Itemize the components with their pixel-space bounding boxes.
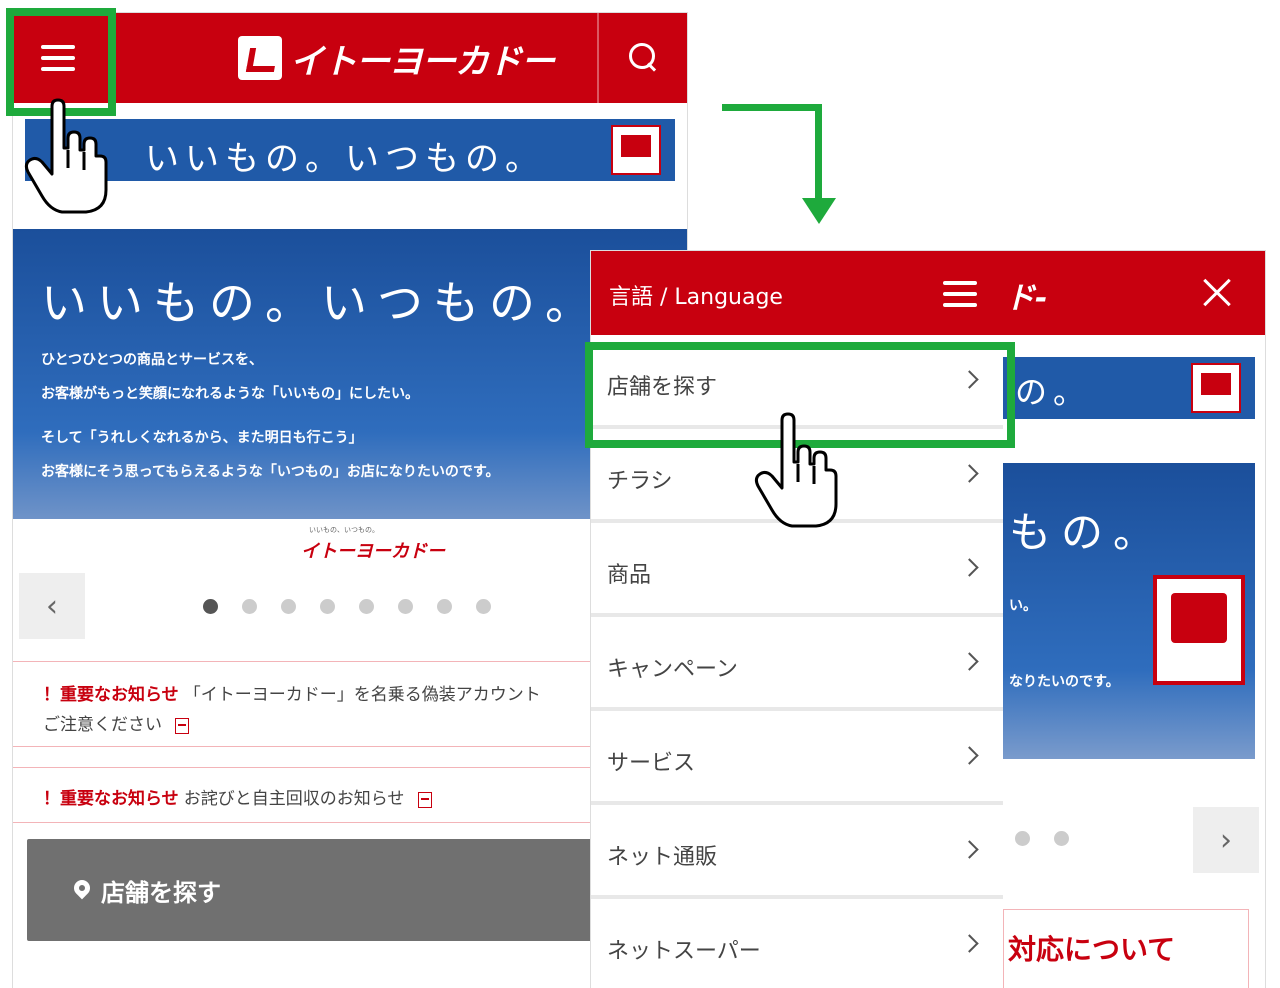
carousel-next-button: › [1193,807,1259,873]
notice-label: ！重要なお知らせ [43,685,179,705]
carousel-dots [203,599,491,614]
search-button[interactable] [599,13,687,103]
hamburger-menu-icon [943,281,977,307]
notice-text: ご注意ください [43,715,162,735]
carousel-dot[interactable] [203,599,218,614]
menu-item-online-shop[interactable]: ネット通販 [591,805,1003,899]
pointer-hand-icon [24,98,108,214]
background-notice: 対応について [1003,909,1249,988]
background-hero-text: なりたいのです。 [1009,674,1120,690]
chevron-right-icon [960,652,979,671]
search-icon [629,43,659,73]
logo-mark-icon [238,36,282,80]
close-icon[interactable] [1197,273,1237,313]
carousel-dot[interactable] [398,599,413,614]
hero-caption: いいもの、いつもの。 [309,526,379,534]
important-notice[interactable]: ！重要なお知らせ 「イトーヨーカドー」を名乗る偽装アカウント ご注意ください [13,661,687,747]
notice-text: お詫びと自主回収のお知らせ [183,789,405,809]
small-banner-text: いいもの。いつもの。 [145,139,545,179]
carousel-dot[interactable] [359,599,374,614]
hero-logo: イトーヨーカドー [301,541,445,562]
arrow-down-icon [802,198,836,224]
background-banner: の。 [1003,357,1255,419]
step-arrow [815,104,822,200]
background-hero-text: い。 [1009,598,1037,614]
menu-item-label: 商品 [607,563,652,588]
store-sign-icon [611,125,661,175]
menu-item-products[interactable]: 商品 [591,523,1003,617]
hero-footer: いいもの、いつもの。 イトーヨーカドー [13,519,687,565]
chevron-right-icon [960,840,979,859]
carousel-dot[interactable] [242,599,257,614]
hero-title: いいもの。いつもの。 [41,276,601,330]
menu-item-label: ネット通販 [607,845,718,870]
important-notice[interactable]: ！重要なお知らせ お詫びと自主回収のお知らせ [13,767,687,823]
hero-line-3: そして「うれしくなれるから、また明日も行こう」 [41,430,363,446]
menu-item-label: サービス [607,751,696,776]
menu-item-label: チラシ [607,469,673,494]
location-pin-icon [73,880,91,902]
logo-text: イトーヨーカドー [290,41,555,82]
carousel-dot[interactable] [437,599,452,614]
pdf-icon [175,717,190,734]
small-banner[interactable]: いいもの。いつもの。 [25,119,675,181]
carousel-dot [1015,831,1030,846]
store-sign-icon [1191,363,1241,413]
carousel-dot [1054,831,1069,846]
hero-line-1: ひとつひとつの商品とサービスを、 [41,352,264,368]
find-store-button[interactable]: 店舗を探す [27,839,687,941]
site-logo[interactable]: イトーヨーカドー [238,33,555,83]
pdf-icon [417,791,432,808]
logo-fragment: ド- [1005,281,1048,316]
carousel-dot[interactable] [476,599,491,614]
menu-header: 言語 / Language ド- [591,251,1265,335]
menu-item-services[interactable]: サービス [591,711,1003,805]
chevron-right-icon: › [1220,822,1232,858]
carousel-controls: ‹ [13,569,687,645]
carousel-dot[interactable] [281,599,296,614]
menu-item-campaign[interactable]: キャンペーン [591,617,1003,711]
language-selector[interactable]: 言語 / Language [609,279,783,311]
notice-text: 「イトーヨーカドー」を名乗る偽装アカウント [183,685,541,705]
background-hero-title: もの。 [1009,508,1166,557]
background-carousel-dots [1015,831,1069,846]
chevron-right-icon [960,464,979,483]
chevron-left-icon: ‹ [46,588,58,624]
background-hero: もの。 い。 なりたいのです。 [1003,463,1255,759]
menu-item-label: ネットスーパー [607,939,761,964]
chevron-right-icon [960,558,979,577]
hero-line-4: お客様にそう思ってもらえるような「いつもの」お店になりたいのです。 [41,464,500,480]
pointer-hand-icon [754,412,838,528]
notice-label: ！重要なお知らせ [43,789,179,809]
store-sign-image [1153,575,1245,685]
chevron-right-icon [960,746,979,765]
chevron-right-icon [960,934,979,953]
menu-item-net-supermarket[interactable]: ネットスーパー [591,899,1003,988]
step-arrow [722,104,822,111]
hero-line-2: お客様がもっと笑顔になれるような「いいもの」にしたい。 [41,386,419,402]
carousel-dot[interactable] [320,599,335,614]
menu-item-label: キャンペーン [607,657,738,682]
background-notice-text: 対応について [1008,933,1176,966]
background-banner-text: の。 [1015,373,1092,411]
carousel-prev-button[interactable]: ‹ [19,573,85,639]
find-store-label: 店舗を探す [101,879,221,907]
